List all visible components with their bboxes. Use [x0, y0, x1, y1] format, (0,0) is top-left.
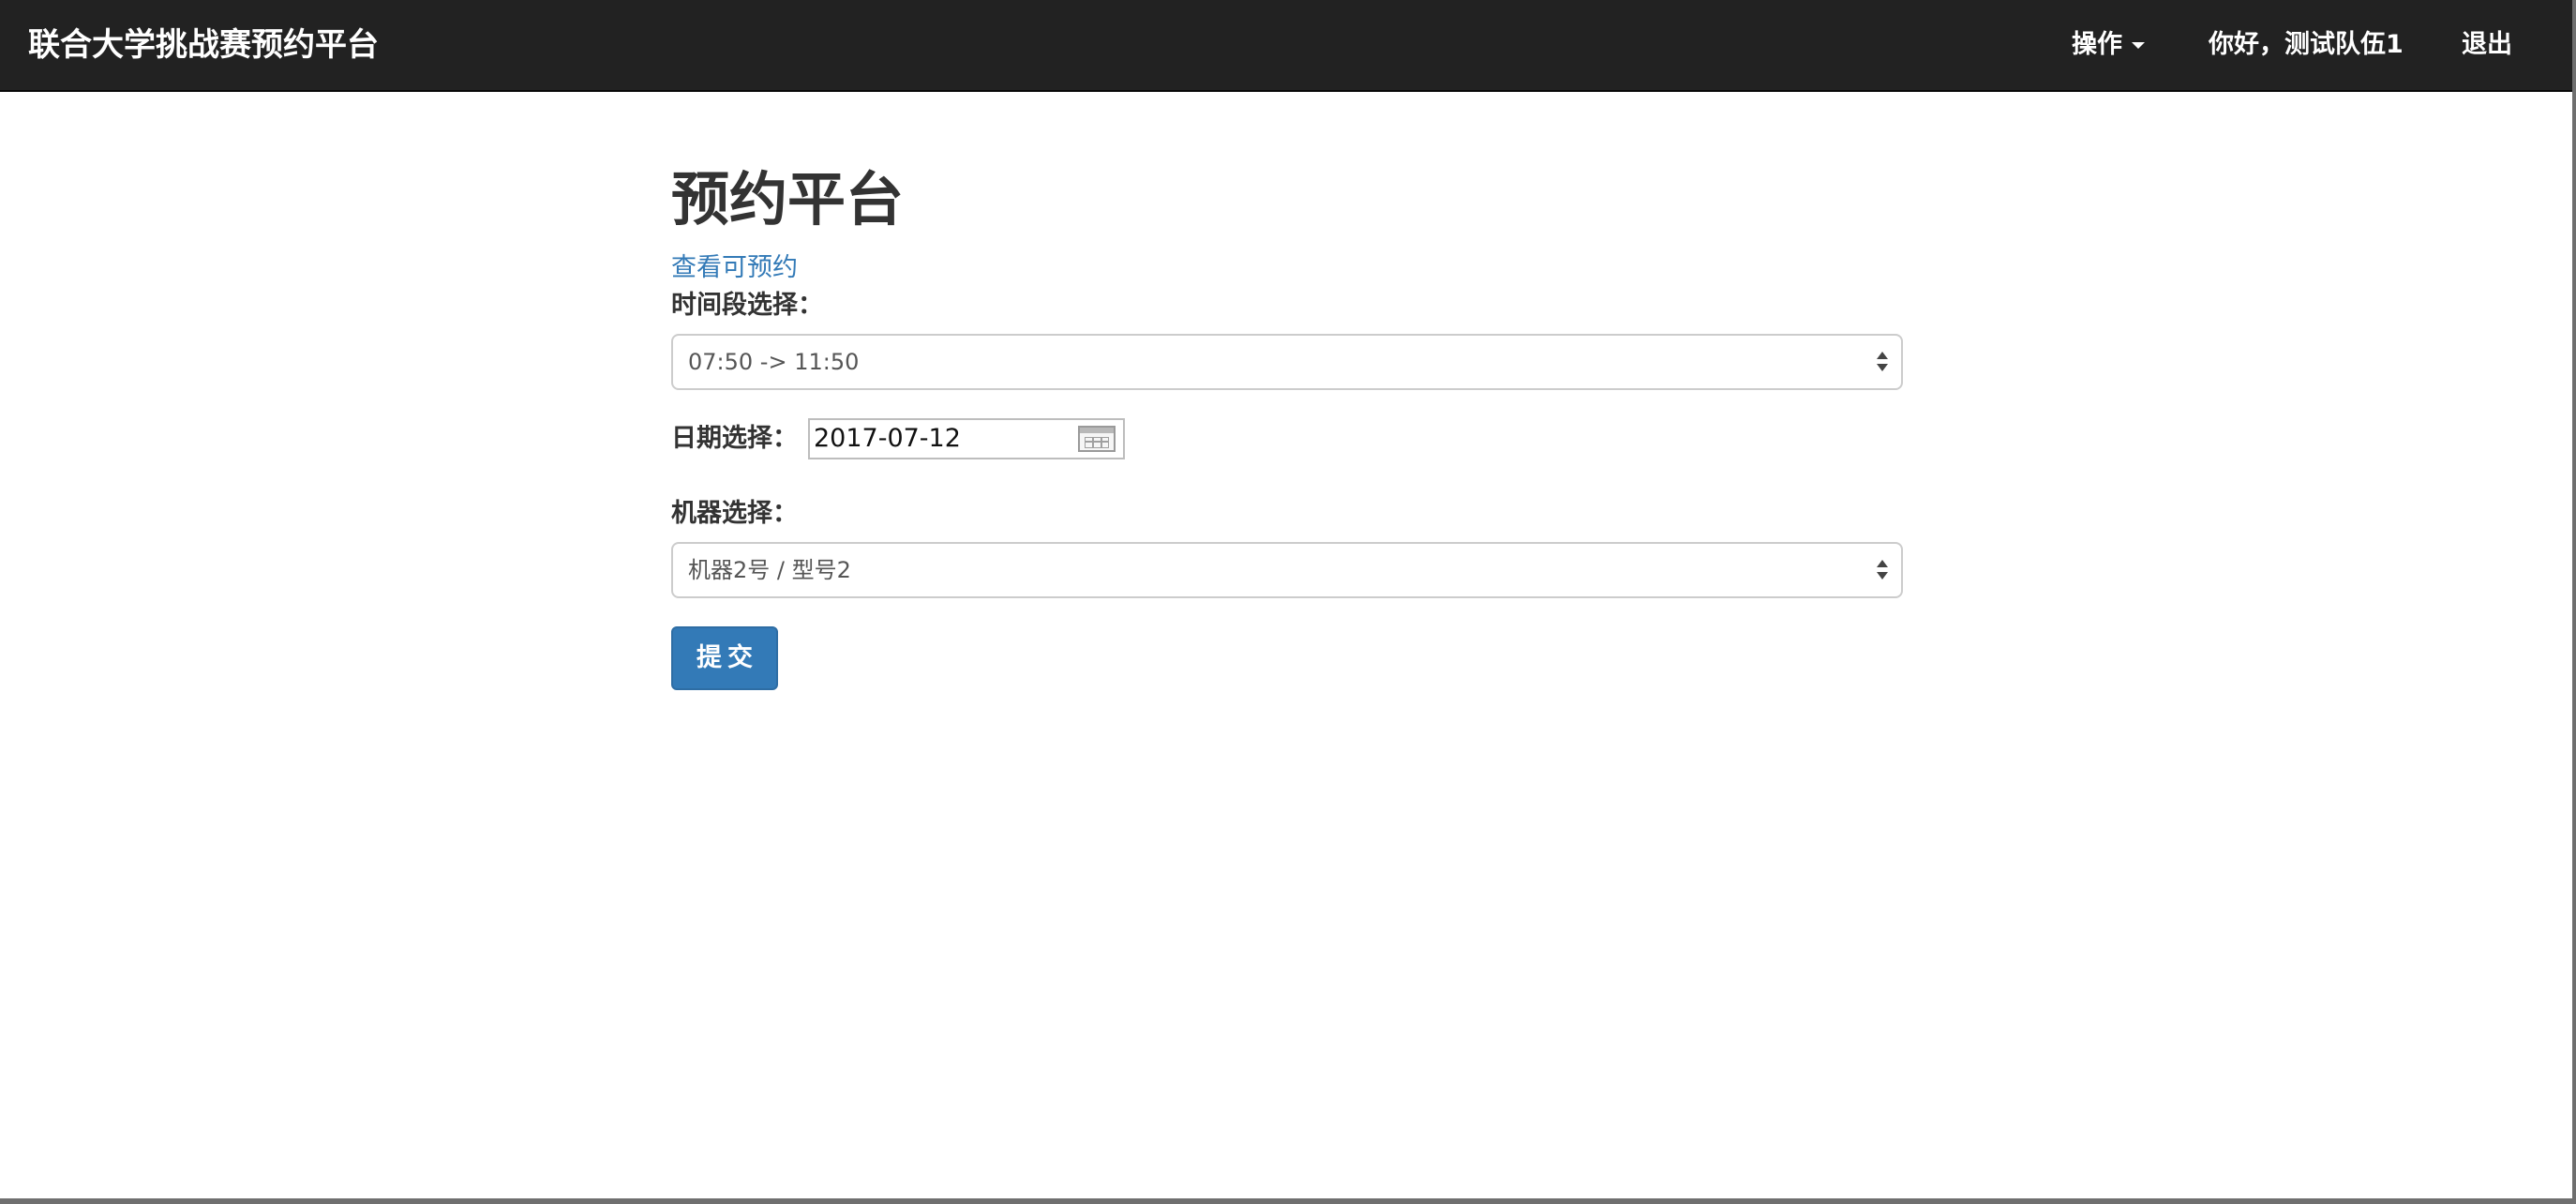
select-arrows-icon [1877, 352, 1888, 374]
top-navbar: 联合大学挑战赛预约平台 操作 你好，测试队伍1 退出 [0, 0, 2572, 92]
site-brand[interactable]: 联合大学挑战赛预约平台 [28, 0, 379, 92]
select-arrows-icon [1877, 560, 1888, 582]
operations-dropdown[interactable]: 操作 [2072, 0, 2145, 92]
time-slot-select[interactable]: 07:50 -> 11:50 [671, 334, 1903, 390]
user-greeting[interactable]: 你好，测试队伍1 [2209, 0, 2404, 92]
machine-value: 机器2号 / 型号2 [688, 557, 851, 583]
date-input[interactable]: 2017-07-12 [808, 418, 1125, 459]
machine-label: 机器选择： [671, 499, 798, 528]
page-title: 预约平台 [671, 165, 905, 233]
time-slot-label: 时间段选择： [671, 291, 823, 320]
browser-page: 联合大学挑战赛预约平台 操作 你好，测试队伍1 退出 预约平台 查看可预约 时间… [0, 0, 2572, 1198]
caret-down-icon [2132, 42, 2145, 49]
machine-select[interactable]: 机器2号 / 型号2 [671, 542, 1903, 598]
time-slot-value: 07:50 -> 11:50 [688, 349, 860, 375]
calendar-icon[interactable] [1078, 426, 1116, 452]
operations-label: 操作 [2072, 30, 2122, 59]
submit-button[interactable]: 提交 [671, 626, 778, 690]
date-value: 2017-07-12 [814, 424, 961, 453]
date-label: 日期选择： [671, 424, 798, 453]
logout-link[interactable]: 退出 [2462, 0, 2512, 92]
view-available-link[interactable]: 查看可预约 [671, 251, 798, 285]
